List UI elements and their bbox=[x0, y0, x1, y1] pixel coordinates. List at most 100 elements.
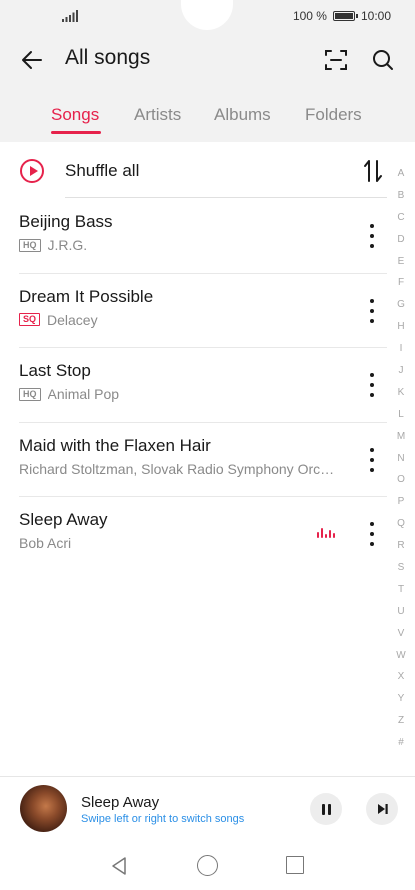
index-letter[interactable]: U bbox=[397, 601, 404, 623]
mini-player[interactable]: Sleep Away Swipe left or right to switch… bbox=[0, 777, 415, 843]
song-artist: J.R.G. bbox=[47, 237, 88, 253]
song-row[interactable]: Dream It Possible SQ Delacey bbox=[0, 273, 390, 348]
nav-home-icon[interactable] bbox=[197, 855, 218, 876]
more-vertical-icon bbox=[370, 244, 374, 248]
index-letter[interactable]: # bbox=[398, 732, 404, 754]
scan-button[interactable] bbox=[322, 46, 350, 74]
more-vertical-icon bbox=[370, 542, 374, 546]
more-vertical-icon bbox=[370, 393, 374, 397]
system-navigation-bar bbox=[0, 844, 415, 890]
more-vertical-icon bbox=[370, 373, 374, 377]
index-letter[interactable]: I bbox=[400, 338, 403, 360]
song-artist: Delacey bbox=[47, 311, 98, 328]
quality-badge: HQ bbox=[19, 238, 41, 252]
alphabet-index[interactable]: A B C D E F G H I J K L M N O P Q R S T U V W X Y Z # bbox=[391, 163, 411, 754]
shuffle-all-label: Shuffle all bbox=[65, 161, 140, 180]
more-vertical-icon bbox=[370, 234, 374, 238]
now-playing-icon bbox=[317, 526, 337, 538]
next-button[interactable] bbox=[366, 793, 398, 825]
more-vertical-icon bbox=[370, 522, 374, 526]
index-letter[interactable]: J bbox=[399, 360, 404, 382]
index-letter[interactable]: C bbox=[397, 207, 404, 229]
tab-songs[interactable]: Songs bbox=[51, 105, 99, 125]
active-tab-indicator bbox=[51, 131, 101, 134]
more-vertical-icon bbox=[370, 298, 374, 303]
index-letter[interactable]: F bbox=[398, 272, 404, 294]
index-letter[interactable]: T bbox=[398, 579, 404, 601]
index-letter[interactable]: Y bbox=[398, 688, 405, 710]
song-row[interactable]: Maid with the Flaxen Hair Richard Stoltz… bbox=[0, 422, 390, 497]
more-vertical-icon bbox=[370, 457, 374, 462]
index-letter[interactable]: B bbox=[398, 185, 405, 207]
song-list: Beijing Bass HQ J.R.G. Dream It Possible… bbox=[0, 198, 390, 571]
tab-folders[interactable]: Folders bbox=[305, 105, 362, 125]
shuffle-all-row[interactable]: Shuffle all bbox=[0, 150, 390, 196]
app-bar: All songs bbox=[0, 36, 415, 84]
pause-icon bbox=[321, 803, 325, 815]
search-icon bbox=[373, 50, 393, 70]
index-letter[interactable]: H bbox=[397, 316, 404, 338]
song-title: Maid with the Flaxen Hair bbox=[19, 435, 211, 455]
signal-icon bbox=[62, 10, 78, 22]
index-letter[interactable]: G bbox=[397, 294, 405, 316]
index-letter[interactable]: E bbox=[398, 251, 405, 273]
status-bar: 100 % 10:00 bbox=[0, 0, 415, 32]
index-letter[interactable]: P bbox=[398, 491, 405, 513]
index-letter[interactable]: X bbox=[398, 666, 405, 688]
index-letter[interactable]: D bbox=[397, 229, 404, 251]
tab-artists[interactable]: Artists bbox=[134, 105, 181, 125]
index-letter[interactable]: L bbox=[398, 404, 404, 426]
sort-button[interactable] bbox=[362, 157, 384, 185]
index-letter[interactable]: W bbox=[396, 645, 405, 667]
index-letter[interactable]: V bbox=[398, 623, 405, 645]
page-title: All songs bbox=[65, 46, 151, 69]
index-letter[interactable]: O bbox=[397, 469, 405, 491]
more-options-button[interactable] bbox=[362, 373, 382, 397]
song-title: Beijing Bass bbox=[19, 212, 113, 231]
more-options-button[interactable] bbox=[362, 298, 382, 323]
battery-percentage: 100 % bbox=[292, 9, 327, 23]
index-letter[interactable]: R bbox=[397, 535, 404, 557]
nav-recent-apps-icon[interactable] bbox=[286, 856, 304, 874]
index-letter[interactable]: K bbox=[398, 382, 405, 404]
skip-next-icon bbox=[378, 804, 388, 814]
song-row[interactable]: Sleep Away Bob Acri bbox=[0, 496, 390, 571]
more-options-button[interactable] bbox=[362, 447, 382, 472]
pause-icon bbox=[327, 803, 331, 815]
now-playing-title: Sleep Away bbox=[81, 794, 160, 811]
song-title: Last Stop bbox=[19, 361, 91, 380]
album-art[interactable] bbox=[20, 785, 67, 832]
index-letter[interactable]: A bbox=[398, 163, 405, 185]
more-vertical-icon bbox=[370, 532, 374, 536]
song-artist: Richard Stoltzman, Slovak Radio Symphony… bbox=[19, 460, 341, 477]
index-letter[interactable]: Q bbox=[397, 513, 405, 535]
more-vertical-icon bbox=[370, 467, 374, 472]
index-letter[interactable]: N bbox=[397, 448, 404, 470]
more-vertical-icon bbox=[370, 447, 374, 452]
index-letter[interactable]: M bbox=[397, 426, 405, 448]
category-tabs: Songs Artists Albums Folders bbox=[0, 100, 415, 140]
search-button[interactable] bbox=[369, 46, 397, 74]
swipe-hint: Swipe left or right to switch songs bbox=[81, 813, 245, 825]
nav-back-icon[interactable] bbox=[108, 855, 130, 877]
index-letter[interactable]: S bbox=[398, 557, 405, 579]
pause-button[interactable] bbox=[310, 793, 342, 825]
sort-icon bbox=[364, 160, 382, 182]
song-row[interactable]: Last Stop HQ Animal Pop bbox=[0, 347, 390, 422]
play-circle-icon bbox=[20, 159, 44, 183]
more-options-button[interactable] bbox=[362, 224, 382, 248]
song-artist: Bob Acri bbox=[19, 535, 72, 551]
tab-albums[interactable]: Albums bbox=[214, 105, 271, 125]
song-title: Dream It Possible bbox=[19, 286, 154, 306]
more-vertical-icon bbox=[370, 383, 374, 387]
more-options-button[interactable] bbox=[362, 522, 382, 546]
song-artist: Animal Pop bbox=[47, 386, 120, 402]
song-row[interactable]: Beijing Bass HQ J.R.G. bbox=[0, 198, 390, 273]
more-vertical-icon bbox=[370, 224, 374, 228]
battery-icon bbox=[332, 11, 358, 21]
arrow-left-icon bbox=[22, 51, 42, 69]
battery-fill bbox=[334, 13, 353, 19]
song-title: Sleep Away bbox=[19, 510, 108, 529]
index-letter[interactable]: Z bbox=[398, 710, 404, 732]
back-button[interactable] bbox=[18, 46, 46, 74]
